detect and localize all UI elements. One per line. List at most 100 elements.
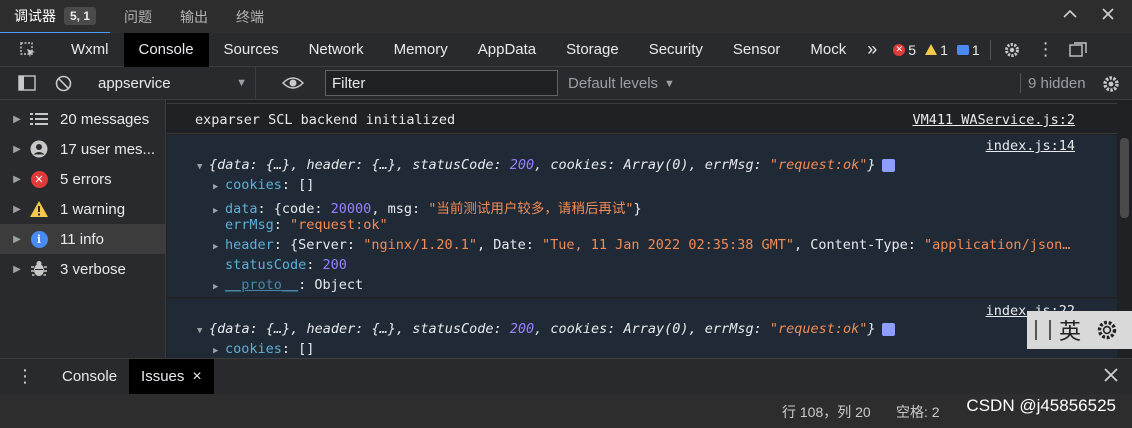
user-icon <box>28 140 50 158</box>
warning-icon <box>925 44 938 55</box>
close-tab-icon[interactable]: × <box>192 368 201 386</box>
dock-icon[interactable] <box>1063 41 1093 58</box>
log-levels-dropdown[interactable]: Default levels ▼ <box>568 67 675 100</box>
ime-language-label[interactable]: 英 <box>1059 314 1081 346</box>
bug-icon <box>28 260 50 278</box>
sidebar-item-label: 11 info <box>60 230 104 248</box>
close-drawer-icon[interactable] <box>1104 368 1118 385</box>
tab-sources[interactable]: Sources <box>209 33 294 67</box>
prop-key: statusCode <box>225 257 307 273</box>
issue-counts[interactable]: ✕ 5 1 1 <box>893 41 980 58</box>
tab-debugger[interactable]: 调试器 5, 1 <box>0 0 111 33</box>
info-icon[interactable] <box>881 158 895 172</box>
prop-value: , msg: <box>371 201 429 217</box>
drawer-tab-console[interactable]: Console <box>50 359 129 394</box>
sidebar-toggle-icon[interactable] <box>18 75 36 94</box>
collapse-caret-icon[interactable]: ▼ <box>197 162 209 172</box>
eye-icon[interactable] <box>281 75 305 94</box>
info-icon[interactable] <box>881 322 895 336</box>
expand-caret-icon[interactable]: ▶ <box>6 114 28 125</box>
gear-icon[interactable] <box>995 41 1029 59</box>
prop-header[interactable]: ▶ header: {Server: "nginx/1.20.1", Date: … <box>213 237 1070 253</box>
tab-wxml[interactable]: Wxml <box>56 33 124 67</box>
inspect-element-icon[interactable] <box>0 41 56 59</box>
sidebar-item-warnings[interactable]: ▶ 1 warning <box>0 194 165 224</box>
kebab-menu-icon[interactable]: ⋮ <box>1029 39 1063 60</box>
prop-value: } <box>633 201 642 217</box>
tab-console[interactable]: Console <box>123 32 209 67</box>
prop-proto[interactable]: ▶ __proto__: Object <box>213 277 363 293</box>
tab-memory[interactable]: Memory <box>379 33 463 67</box>
expand-caret-icon[interactable]: ▶ <box>213 206 225 216</box>
sidebar-item-messages[interactable]: ▶ 20 messages <box>0 104 165 134</box>
ime-settings-gear-icon[interactable] <box>1095 318 1119 342</box>
log-source-link[interactable]: index.js:14 <box>986 138 1075 154</box>
prop-data[interactable]: ▶ data: {code: 20000, msg: "当前测试用户较多，请稍后再… <box>213 197 642 217</box>
tab-security[interactable]: Security <box>634 33 718 67</box>
panel-tab-bar: 调试器 5, 1 问题 输出 终端 <box>0 0 1132 33</box>
log-object-summary[interactable]: ▼ {data: {…}, header: {…}, statusCode: 20… <box>197 321 895 337</box>
expand-caret-icon[interactable]: ▶ <box>6 204 28 215</box>
summary-status-code: 200 <box>509 321 535 337</box>
drawer-menu-icon[interactable]: ⋮ <box>0 366 50 387</box>
sidebar-item-user-messages[interactable]: ▶ 17 user mes... <box>0 134 165 164</box>
message-count: 1 <box>971 41 980 58</box>
hidden-count: 9 hidden <box>1028 75 1086 92</box>
tab-network[interactable]: Network <box>294 33 379 67</box>
warning-count: 1 <box>940 41 948 58</box>
context-selector[interactable]: appservice ▼ <box>88 66 256 100</box>
error-icon: ✕ <box>893 43 906 56</box>
collapse-caret-icon[interactable]: ▼ <box>197 326 209 336</box>
sidebar-item-info[interactable]: ▶ i 11 info <box>0 224 165 254</box>
log-source-link[interactable]: VM411 WAService.js:2 <box>912 112 1075 128</box>
expand-caret-icon[interactable]: ▶ <box>213 182 225 192</box>
clear-console-icon[interactable] <box>55 75 72 95</box>
console-settings-gear-icon[interactable] <box>1101 74 1121 97</box>
scrollbar-thumb[interactable] <box>1120 138 1129 218</box>
tab-output[interactable]: 输出 <box>166 0 222 33</box>
divider <box>989 39 991 60</box>
log-entry: index.js:22 ▼{data: {…}, header: {…}, st… <box>167 299 1117 358</box>
error-count: 5 <box>908 41 917 58</box>
prop-cookies[interactable]: ▶ cookies: [] <box>213 341 314 357</box>
log-row: exparser SCL backend initialized VM411 W… <box>167 110 1117 134</box>
tab-terminal[interactable]: 终端 <box>222 0 278 33</box>
prop-cookies[interactable]: ▶ cookies: [] <box>213 177 314 193</box>
tab-issues-panel[interactable]: 问题 <box>110 0 166 33</box>
dropdown-arrow-icon: ▼ <box>664 77 675 90</box>
expand-caret-icon[interactable]: ▶ <box>6 174 28 185</box>
expand-caret-icon[interactable]: ▶ <box>213 346 225 356</box>
more-tabs-button[interactable]: » <box>861 33 883 67</box>
sidebar-item-label: 5 errors <box>60 170 112 188</box>
cursor-position[interactable]: 行 108，列 20 <box>782 402 871 422</box>
tab-sensor[interactable]: Sensor <box>718 33 796 67</box>
chevron-up-icon[interactable] <box>1062 6 1078 27</box>
expand-caret-icon[interactable]: ▶ <box>6 264 28 275</box>
tab-storage[interactable]: Storage <box>551 33 634 67</box>
sidebar-item-errors[interactable]: ▶ ✕ 5 errors <box>0 164 165 194</box>
sidebar-item-verbose[interactable]: ▶ 3 verbose <box>0 254 165 284</box>
dropdown-arrow-icon: ▼ <box>236 77 247 89</box>
tab-appdata[interactable]: AppData <box>463 33 551 67</box>
expand-caret-icon[interactable]: ▶ <box>6 144 28 155</box>
close-icon[interactable] <box>1100 6 1116 27</box>
error-icon: ✕ <box>28 170 50 188</box>
filter-input[interactable] <box>325 70 558 96</box>
prop-key: data <box>225 201 258 217</box>
sidebar-item-label: 3 verbose <box>60 260 126 278</box>
sidebar-item-label: 1 warning <box>60 200 126 218</box>
ime-toolbar[interactable]: 英 <box>1027 311 1132 349</box>
drag-handle-icon[interactable] <box>1035 320 1051 340</box>
prop-value: : {Server: <box>273 237 364 253</box>
indent-setting[interactable]: 空格: 2 <box>896 402 940 422</box>
expand-caret-icon[interactable]: ▶ <box>213 282 225 292</box>
log-message: exparser SCL backend initialized <box>195 112 456 128</box>
prop-string: "Tue, 11 Jan 2022 02:35:38 GMT" <box>542 237 794 253</box>
expand-caret-icon[interactable]: ▶ <box>6 234 28 245</box>
tab-mock[interactable]: Mock <box>795 33 861 67</box>
drawer-tab-issues[interactable]: Issues × <box>129 359 214 394</box>
prop-statuscode: statusCode: 200 <box>225 257 347 273</box>
log-object-summary[interactable]: ▼ {data: {…}, header: {…}, statusCode: 20… <box>197 157 895 173</box>
summary-text: , cookies: Array(0), errMsg: <box>534 157 770 173</box>
expand-caret-icon[interactable]: ▶ <box>213 242 225 252</box>
